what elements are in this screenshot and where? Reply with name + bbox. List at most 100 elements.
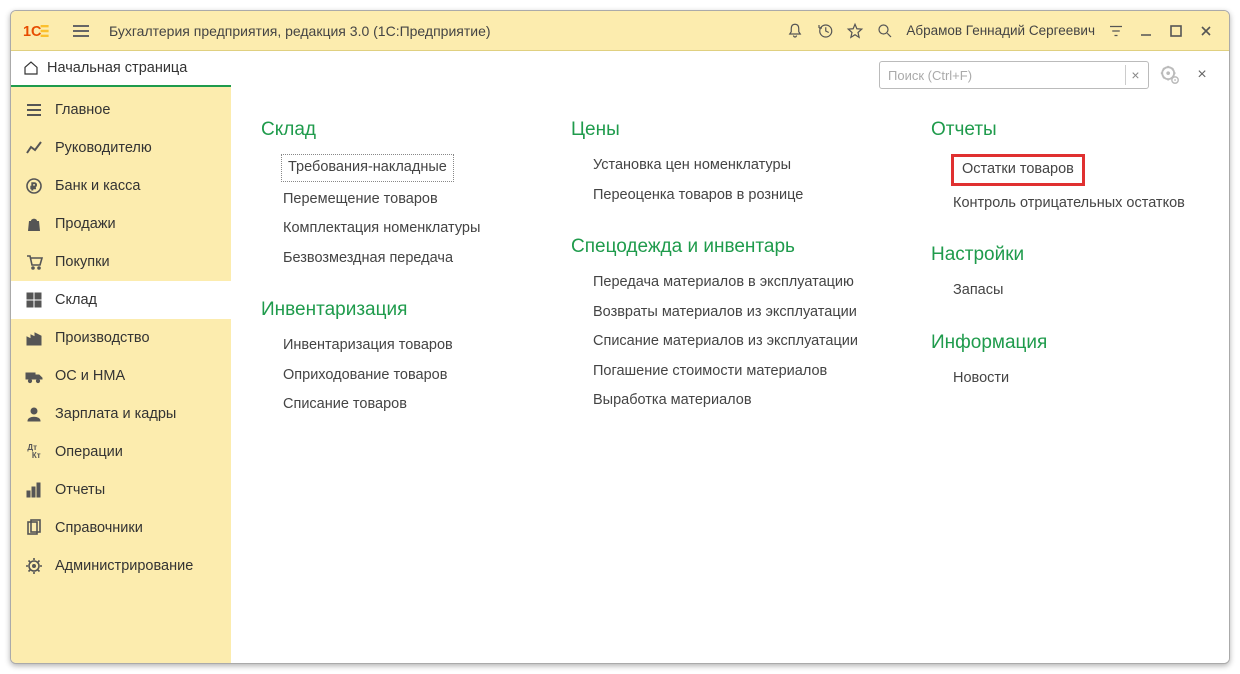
- trend-icon: [25, 139, 43, 157]
- nav-item-7[interactable]: ОС и НМА: [11, 357, 231, 395]
- close-button[interactable]: [1191, 18, 1221, 44]
- nav-item-label: Отчеты: [55, 482, 105, 498]
- link-item[interactable]: Остатки товаров: [951, 154, 1085, 186]
- nav-item-label: ОС и НМА: [55, 368, 125, 384]
- nav-item-6[interactable]: Производство: [11, 319, 231, 357]
- section-title[interactable]: Информация: [931, 332, 1211, 354]
- truck-icon: [25, 367, 43, 385]
- section-title[interactable]: Инвентаризация: [261, 299, 531, 321]
- settings-icon[interactable]: [1157, 62, 1183, 88]
- section-title[interactable]: Отчеты: [931, 119, 1211, 141]
- content-area: Склад Требования-накладные Перемещение тов…: [231, 89, 1229, 663]
- link-item[interactable]: Выработка материалов: [571, 386, 891, 416]
- nav-item-label: Склад: [55, 292, 97, 308]
- section: Инвентаризация Инвентаризация товаровОпри…: [261, 299, 531, 420]
- section: Настройки Запасы: [931, 244, 1211, 306]
- nav-item-8[interactable]: Зарплата и кадры: [11, 395, 231, 433]
- app-title: Бухгалтерия предприятия, редакция 3.0 (1…: [109, 23, 491, 39]
- nav-item-label: Продажи: [55, 216, 116, 232]
- nav-item-label: Покупки: [55, 254, 110, 270]
- link-item[interactable]: Установка цен номенклатуры: [571, 151, 891, 181]
- svg-text:₽: ₽: [31, 182, 38, 193]
- start-page-tab[interactable]: Начальная страница: [11, 51, 231, 87]
- section: Склад Требования-накладные Перемещение тов…: [261, 119, 531, 273]
- user-name[interactable]: Абрамов Геннадий Сергеевич: [906, 23, 1095, 38]
- maximize-button[interactable]: [1161, 18, 1191, 44]
- dtkt-icon: Дт Кт: [25, 443, 43, 461]
- link-item[interactable]: Безвозмездная передача: [261, 244, 531, 274]
- search-wrap: ×: [879, 61, 1149, 89]
- nav-item-4[interactable]: Покупки: [11, 243, 231, 281]
- section-title[interactable]: Цены: [571, 119, 891, 141]
- bell-icon[interactable]: [782, 18, 808, 44]
- link-item[interactable]: Списание материалов из эксплуатации: [571, 327, 891, 357]
- person-icon: [25, 405, 43, 423]
- section: Отчеты Остатки товаровКонтроль отрицатель…: [931, 119, 1211, 218]
- close-panel-button[interactable]: ×: [1191, 64, 1213, 86]
- nav-item-9[interactable]: Дт Кт Операции: [11, 433, 231, 471]
- link-item[interactable]: Перемещение товаров: [261, 185, 531, 215]
- nav-item-label: Справочники: [55, 520, 143, 536]
- link-item[interactable]: Инвентаризация товаров: [261, 331, 531, 361]
- menu-icon: [25, 101, 43, 119]
- app-window: 1C Бухгалтерия предприятия, редакция 3.0…: [10, 10, 1230, 664]
- home-icon: [23, 60, 39, 76]
- search-icon[interactable]: [872, 18, 898, 44]
- link-item[interactable]: Оприходование товаров: [261, 361, 531, 391]
- nav-item-label: Зарплата и кадры: [55, 406, 176, 422]
- cart-icon: [25, 253, 43, 271]
- link-item[interactable]: Возвраты материалов из эксплуатации: [571, 298, 891, 328]
- minimize-button[interactable]: [1131, 18, 1161, 44]
- section-title[interactable]: Настройки: [931, 244, 1211, 266]
- main-menu-icon[interactable]: [69, 19, 93, 43]
- gear-icon: [25, 557, 43, 575]
- link-item[interactable]: Списание товаров: [261, 390, 531, 420]
- link-item[interactable]: Передача материалов в эксплуатацию: [571, 268, 891, 298]
- nav-item-5[interactable]: Склад: [11, 281, 231, 319]
- clear-search-button[interactable]: ×: [1125, 65, 1145, 85]
- content-column: Цены Установка цен номенклатурыПереоценка…: [571, 119, 891, 653]
- nav-item-label: Главное: [55, 102, 110, 118]
- link-item[interactable]: Новости: [931, 364, 1211, 394]
- svg-text:1C: 1C: [23, 23, 41, 39]
- link-item[interactable]: Переоценка товаров в рознице: [571, 181, 891, 211]
- section: Информация Новости: [931, 332, 1211, 394]
- nav-item-11[interactable]: Справочники: [11, 509, 231, 547]
- section-title[interactable]: Спецодежда и инвентарь: [571, 236, 891, 258]
- section: Спецодежда и инвентарь Передача материало…: [571, 236, 891, 416]
- grid-icon: [25, 291, 43, 309]
- nav-item-3[interactable]: Продажи: [11, 205, 231, 243]
- start-page-label: Начальная страница: [47, 60, 187, 76]
- nav-item-label: Банк и касса: [55, 178, 140, 194]
- logo-1c: 1C: [19, 21, 59, 41]
- nav-item-0[interactable]: Главное: [11, 91, 231, 129]
- filter-icon[interactable]: [1103, 18, 1129, 44]
- nav-item-12[interactable]: Администрирование: [11, 547, 231, 585]
- star-icon[interactable]: [842, 18, 868, 44]
- ruble-icon: ₽: [25, 177, 43, 195]
- section-title[interactable]: Склад: [261, 119, 531, 141]
- nav-item-label: Руководителю: [55, 140, 152, 156]
- link-item[interactable]: Требования-накладные: [281, 154, 454, 182]
- nav-item-10[interactable]: Отчеты: [11, 471, 231, 509]
- nav-item-label: Операции: [55, 444, 123, 460]
- titlebar: 1C Бухгалтерия предприятия, редакция 3.0…: [11, 11, 1229, 51]
- sidebar: Начальная страница Главное Руководителю ₽ Б…: [11, 51, 231, 663]
- nav-list: Главное Руководителю ₽ Банк и касса Продажи П…: [11, 87, 231, 585]
- nav-item-label: Администрирование: [55, 558, 193, 574]
- link-item[interactable]: Контроль отрицательных остатков: [931, 189, 1211, 219]
- bag-icon: [25, 215, 43, 233]
- content-column: Отчеты Остатки товаровКонтроль отрицатель…: [931, 119, 1211, 653]
- link-item[interactable]: Комплектация номенклатуры: [261, 214, 531, 244]
- books-icon: [25, 519, 43, 537]
- link-item[interactable]: Запасы: [931, 276, 1211, 306]
- section: Цены Установка цен номенклатурыПереоценка…: [571, 119, 891, 210]
- nav-item-label: Производство: [55, 330, 150, 346]
- history-icon[interactable]: [812, 18, 838, 44]
- factory-icon: [25, 329, 43, 347]
- nav-item-1[interactable]: Руководителю: [11, 129, 231, 167]
- search-input[interactable]: [879, 61, 1149, 89]
- nav-item-2[interactable]: ₽ Банк и касса: [11, 167, 231, 205]
- panel-toolbar: × ×: [231, 51, 1229, 89]
- link-item[interactable]: Погашение стоимости материалов: [571, 357, 891, 387]
